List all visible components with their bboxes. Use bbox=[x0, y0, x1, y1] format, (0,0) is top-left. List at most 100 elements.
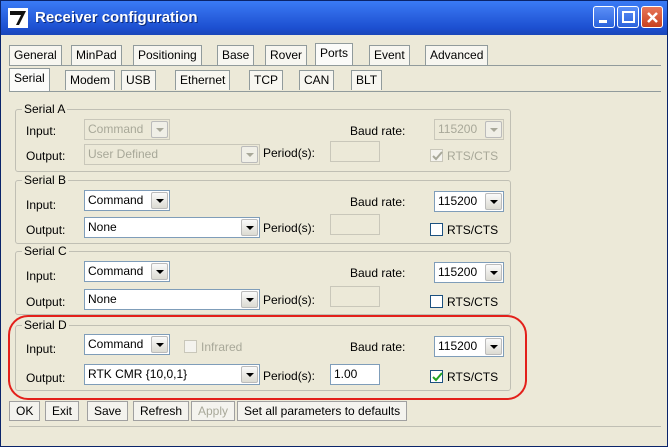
serial-c-period-label: Period(s): bbox=[263, 293, 316, 307]
serial-c-baud-label: Baud rate: bbox=[350, 266, 406, 280]
serial-a-input-select[interactable]: Command bbox=[84, 119, 170, 140]
serial-b-title: Serial B bbox=[22, 173, 69, 187]
maximize-button[interactable] bbox=[617, 6, 639, 28]
tab-serial[interactable]: Serial bbox=[9, 68, 50, 91]
serial-c-title: Serial C bbox=[22, 244, 69, 258]
serial-b-output-select[interactable]: None bbox=[84, 217, 260, 238]
serial-a-baud-value: 115200 bbox=[438, 122, 478, 136]
chevron-down-icon bbox=[151, 263, 168, 280]
tab-minpad[interactable]: MinPad bbox=[71, 45, 122, 65]
serial-b-baud-value: 115200 bbox=[438, 194, 478, 208]
serial-b-output-value: None bbox=[88, 220, 117, 234]
app-logo-icon bbox=[8, 8, 28, 28]
serial-a-output-select[interactable]: User Defined bbox=[84, 144, 260, 165]
serial-d-rtscts-checkbox[interactable] bbox=[430, 370, 443, 383]
tab-can[interactable]: CAN bbox=[299, 70, 335, 90]
tab-advanced[interactable]: Advanced bbox=[425, 45, 489, 65]
refresh-button[interactable]: Refresh bbox=[133, 401, 190, 421]
serial-b-output-label: Output: bbox=[26, 223, 66, 237]
serial-a-input-label: Input: bbox=[26, 124, 57, 138]
serial-d-input-label: Input: bbox=[26, 342, 57, 356]
tab-event[interactable]: Event bbox=[369, 45, 410, 65]
serial-d-infrared-checkbox[interactable] bbox=[184, 340, 197, 353]
defaults-button[interactable]: Set all parameters to defaults bbox=[237, 401, 408, 421]
serial-d-baud-label: Baud rate: bbox=[350, 340, 406, 354]
close-button[interactable] bbox=[641, 6, 663, 28]
main-tab-divider bbox=[9, 65, 661, 66]
chevron-down-icon bbox=[485, 264, 502, 281]
tab-positioning[interactable]: Positioning bbox=[133, 45, 202, 65]
serial-c-rtscts-label: RTS/CTS bbox=[447, 295, 499, 309]
serial-d-output-label: Output: bbox=[26, 371, 66, 385]
serial-d-output-select[interactable]: RTK CMR {10,0,1} bbox=[84, 364, 260, 385]
save-button[interactable]: Save bbox=[87, 401, 129, 421]
serial-d-period-label: Period(s): bbox=[263, 369, 316, 383]
serial-b-period-field[interactable] bbox=[330, 214, 380, 235]
serial-d-group: Serial D Input: Command Infrared Baud ra… bbox=[15, 318, 511, 391]
chevron-down-icon bbox=[151, 192, 168, 209]
serial-c-output-select[interactable]: None bbox=[84, 289, 260, 310]
sub-tab-divider bbox=[9, 91, 661, 92]
tab-ports[interactable]: Ports bbox=[315, 43, 354, 66]
serial-c-input-label: Input: bbox=[26, 269, 57, 283]
close-icon bbox=[647, 12, 658, 23]
tab-base[interactable]: Base bbox=[217, 45, 255, 65]
serial-d-period-field[interactable]: 1.00 bbox=[330, 364, 380, 385]
chevron-down-icon bbox=[241, 366, 258, 383]
status-bar bbox=[9, 426, 661, 444]
tab-general[interactable]: General bbox=[9, 45, 62, 65]
serial-c-rtscts-checkbox[interactable] bbox=[430, 295, 443, 308]
maximize-icon bbox=[622, 11, 635, 23]
serial-b-baud-label: Baud rate: bbox=[350, 195, 406, 209]
serial-c-input-select[interactable]: Command bbox=[84, 261, 170, 282]
serial-b-input-select[interactable]: Command bbox=[84, 190, 170, 211]
serial-d-title: Serial D bbox=[22, 318, 69, 332]
serial-d-output-value: RTK CMR {10,0,1} bbox=[88, 367, 188, 381]
checkmark-icon bbox=[432, 151, 443, 161]
chevron-down-icon bbox=[241, 291, 258, 308]
tab-blt[interactable]: BLT bbox=[351, 70, 383, 90]
serial-c-period-field[interactable] bbox=[330, 286, 380, 307]
tab-ethernet[interactable]: Ethernet bbox=[175, 70, 231, 90]
checkmark-icon bbox=[432, 372, 443, 382]
serial-c-baud-select[interactable]: 115200 bbox=[434, 262, 504, 283]
serial-c-baud-value: 115200 bbox=[438, 265, 478, 279]
serial-b-input-label: Input: bbox=[26, 198, 57, 212]
serial-a-output-label: Output: bbox=[26, 149, 66, 163]
serial-a-rtscts-checkbox[interactable] bbox=[430, 149, 443, 162]
chevron-down-icon bbox=[485, 193, 502, 210]
serial-c-group: Serial C Input: Command Baud rate: 11520… bbox=[15, 244, 511, 315]
ok-button[interactable]: OK bbox=[9, 401, 41, 421]
serial-b-baud-select[interactable]: 115200 bbox=[434, 191, 504, 212]
tab-usb[interactable]: USB bbox=[121, 70, 156, 90]
serial-b-group: Serial B Input: Command Baud rate: 11520… bbox=[15, 173, 511, 244]
minimize-button[interactable] bbox=[593, 6, 615, 28]
tab-rover[interactable]: Rover bbox=[265, 45, 308, 65]
tab-tcp[interactable]: TCP bbox=[249, 70, 283, 90]
serial-a-input-value: Command bbox=[88, 122, 144, 136]
exit-button[interactable]: Exit bbox=[45, 401, 80, 421]
serial-a-output-value: User Defined bbox=[88, 147, 159, 161]
window-title: Receiver configuration bbox=[35, 9, 198, 26]
serial-c-output-value: None bbox=[88, 292, 117, 306]
serial-d-baud-value: 115200 bbox=[438, 339, 478, 353]
chevron-down-icon bbox=[241, 219, 258, 236]
tab-modem[interactable]: Modem bbox=[65, 70, 116, 90]
serial-d-input-select[interactable]: Command bbox=[84, 334, 170, 355]
chevron-down-icon bbox=[151, 336, 168, 353]
serial-d-baud-select[interactable]: 115200 bbox=[434, 336, 504, 357]
title-bar[interactable]: Receiver configuration bbox=[1, 1, 667, 35]
apply-button[interactable]: Apply bbox=[191, 401, 236, 421]
serial-b-input-value: Command bbox=[88, 193, 144, 207]
serial-b-rtscts-checkbox[interactable] bbox=[430, 223, 443, 236]
serial-a-rtscts-label: RTS/CTS bbox=[447, 149, 499, 163]
serial-a-baud-select[interactable]: 115200 bbox=[434, 119, 504, 140]
chevron-down-icon bbox=[485, 121, 502, 138]
serial-a-title: Serial A bbox=[22, 102, 68, 116]
serial-a-period-label: Period(s): bbox=[263, 146, 316, 160]
serial-d-input-value: Command bbox=[88, 337, 144, 351]
serial-c-output-label: Output: bbox=[26, 295, 66, 309]
serial-a-period-field[interactable] bbox=[330, 141, 380, 162]
serial-b-period-label: Period(s): bbox=[263, 221, 316, 235]
minimize-icon bbox=[599, 20, 607, 23]
